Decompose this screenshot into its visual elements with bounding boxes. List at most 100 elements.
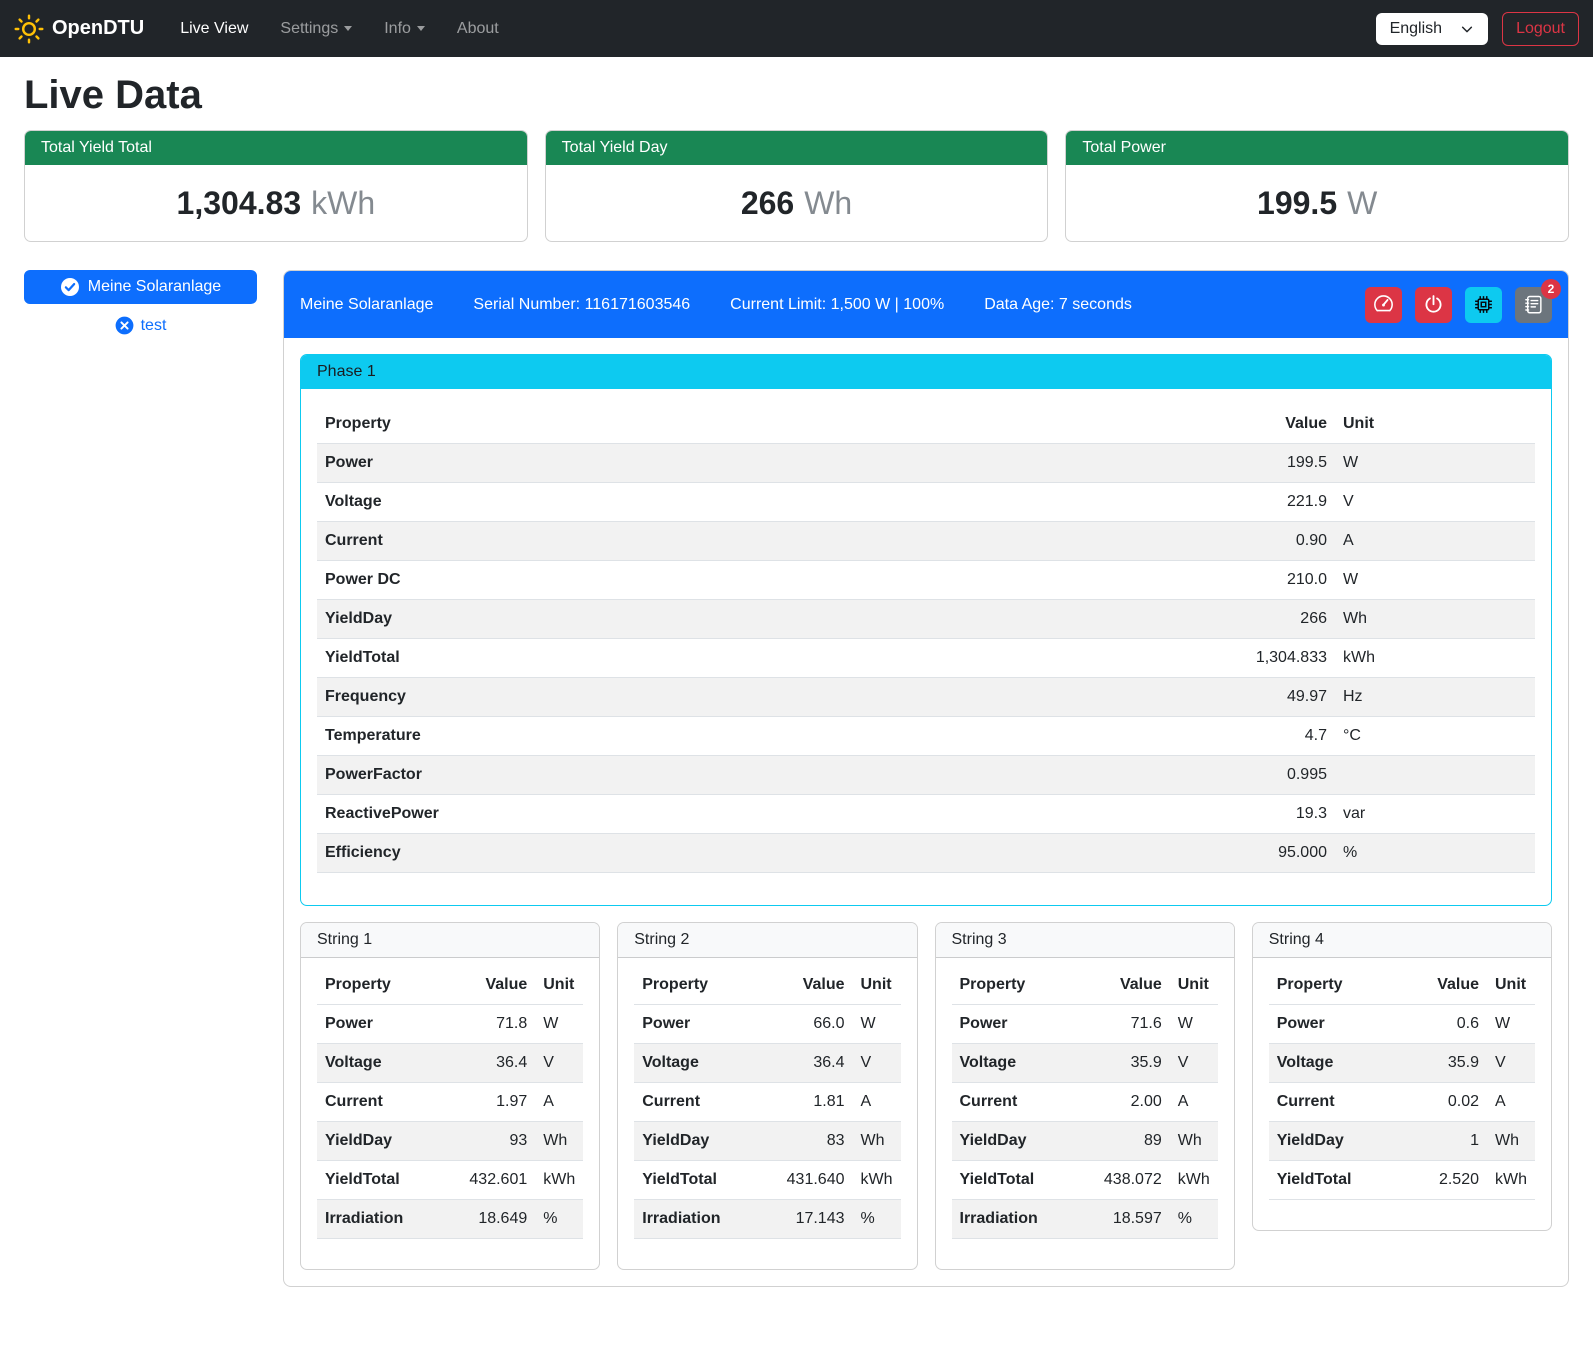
unit-cell: Wh bbox=[1335, 600, 1535, 639]
property-cell: YieldTotal bbox=[634, 1161, 762, 1200]
unit-cell: A bbox=[1487, 1083, 1535, 1122]
value-cell: 35.9 bbox=[1080, 1044, 1170, 1083]
property-cell: Power bbox=[317, 1005, 445, 1044]
unit-cell: % bbox=[1170, 1200, 1218, 1239]
string-title: String 3 bbox=[936, 923, 1234, 958]
property-cell: YieldDay bbox=[317, 1122, 445, 1161]
property-cell: ReactivePower bbox=[317, 795, 1215, 834]
property-cell: Power bbox=[634, 1005, 762, 1044]
card-value: 1,304.83 bbox=[177, 185, 302, 222]
string-table: Property Value Unit Power0.6W Voltage35.… bbox=[1269, 966, 1535, 1200]
property-cell: YieldTotal bbox=[317, 1161, 445, 1200]
table-row: Voltage35.9V bbox=[952, 1044, 1218, 1083]
value-cell: 1.81 bbox=[763, 1083, 853, 1122]
table-row: Voltage221.9V bbox=[317, 483, 1535, 522]
device-info-button[interactable] bbox=[1465, 287, 1502, 323]
unit-cell: Wh bbox=[1487, 1122, 1535, 1161]
value-cell: 71.8 bbox=[445, 1005, 535, 1044]
property-cell: Irradiation bbox=[634, 1200, 762, 1239]
nav-label: Settings bbox=[280, 20, 338, 38]
inverter-item-label: test bbox=[141, 317, 167, 335]
string-card-2: String 2 Property Value Unit bbox=[617, 922, 917, 1270]
property-cell: Irradiation bbox=[952, 1200, 1080, 1239]
nav-item-about[interactable]: About bbox=[441, 12, 515, 46]
card-unit: kWh bbox=[311, 185, 375, 222]
unit-cell: W bbox=[1170, 1005, 1218, 1044]
property-cell: Voltage bbox=[317, 483, 1215, 522]
table-header-row: Property Value Unit bbox=[952, 966, 1218, 1005]
table-row: YieldDay89Wh bbox=[952, 1122, 1218, 1161]
chevron-down-icon bbox=[1460, 22, 1474, 36]
unit-cell: °C bbox=[1335, 717, 1535, 756]
inverter-item-test[interactable]: test bbox=[24, 316, 257, 335]
inverter-limit: Current Limit: 1,500 W | 100% bbox=[730, 296, 944, 314]
value-cell: 1.97 bbox=[445, 1083, 535, 1122]
caret-down-icon bbox=[344, 26, 352, 31]
value-cell: 17.143 bbox=[763, 1200, 853, 1239]
table-header-row: Property Value Unit bbox=[1269, 966, 1535, 1005]
value-cell: 83 bbox=[763, 1122, 853, 1161]
card-value: 266 bbox=[741, 185, 794, 222]
value-cell: 19.3 bbox=[1215, 795, 1335, 834]
property-cell: Current bbox=[1269, 1083, 1397, 1122]
phase-card: Phase 1 Property Value Unit bbox=[300, 354, 1552, 906]
main-content: Live Data Total Yield Total 1,304.83 kWh… bbox=[0, 73, 1593, 1303]
col-property: Property bbox=[1269, 966, 1397, 1005]
table-header-row: Property Value Unit bbox=[317, 966, 583, 1005]
power-toggle-button[interactable] bbox=[1415, 287, 1452, 323]
logout-button[interactable]: Logout bbox=[1502, 12, 1579, 46]
property-cell: Current bbox=[317, 522, 1215, 561]
nav-label: Live View bbox=[180, 20, 248, 38]
limit-settings-button[interactable] bbox=[1365, 287, 1402, 323]
nav-right: English Logout bbox=[1376, 12, 1579, 46]
x-circle-icon bbox=[115, 316, 134, 335]
language-select[interactable]: English bbox=[1376, 13, 1488, 45]
string-title: String 4 bbox=[1253, 923, 1551, 958]
value-cell: 89 bbox=[1080, 1122, 1170, 1161]
table-row: Power71.6W bbox=[952, 1005, 1218, 1044]
table-row: Irradiation18.597% bbox=[952, 1200, 1218, 1239]
nav-item-info[interactable]: Info bbox=[368, 12, 441, 46]
table-row: YieldTotal2.520kWh bbox=[1269, 1161, 1535, 1200]
col-value: Value bbox=[763, 966, 853, 1005]
value-cell: 0.995 bbox=[1215, 756, 1335, 795]
page-title: Live Data bbox=[24, 73, 1569, 118]
unit-cell: W bbox=[1335, 561, 1535, 600]
table-row: Power0.6W bbox=[1269, 1005, 1535, 1044]
inverter-item-selected[interactable]: Meine Solaranlage bbox=[24, 270, 257, 304]
sun-icon bbox=[14, 14, 44, 44]
value-cell: 66.0 bbox=[763, 1005, 853, 1044]
unit-cell: A bbox=[853, 1083, 901, 1122]
property-cell: YieldDay bbox=[634, 1122, 762, 1161]
table-row: Power DC210.0W bbox=[317, 561, 1535, 600]
card-unit: W bbox=[1347, 185, 1377, 222]
speedometer-icon bbox=[1373, 294, 1394, 315]
language-value: English bbox=[1390, 20, 1442, 38]
brand[interactable]: OpenDTU bbox=[14, 14, 144, 44]
value-cell: 49.97 bbox=[1215, 678, 1335, 717]
value-cell: 18.597 bbox=[1080, 1200, 1170, 1239]
inverter-panel: Meine Solaranlage Serial Number: 1161716… bbox=[283, 270, 1569, 1287]
value-cell: 36.4 bbox=[763, 1044, 853, 1083]
property-cell: Irradiation bbox=[317, 1200, 445, 1239]
property-cell: Power bbox=[317, 444, 1215, 483]
nav-label: Info bbox=[384, 20, 411, 38]
value-cell: 35.9 bbox=[1397, 1044, 1487, 1083]
card-unit: Wh bbox=[804, 185, 852, 222]
string-card-3: String 3 Property Value Unit bbox=[935, 922, 1235, 1270]
table-row: Irradiation17.143% bbox=[634, 1200, 900, 1239]
col-unit: Unit bbox=[535, 966, 583, 1005]
nav-item-live-view[interactable]: Live View bbox=[164, 12, 264, 46]
value-cell: 432.601 bbox=[445, 1161, 535, 1200]
string-table: Property Value Unit Power71.8W Voltage36… bbox=[317, 966, 583, 1239]
unit-cell: V bbox=[1335, 483, 1535, 522]
unit-cell: A bbox=[1170, 1083, 1218, 1122]
nav-item-settings[interactable]: Settings bbox=[264, 12, 368, 46]
event-log-button[interactable]: 2 bbox=[1515, 287, 1552, 323]
col-value: Value bbox=[1215, 405, 1335, 444]
property-cell: Efficiency bbox=[317, 834, 1215, 873]
unit-cell: Hz bbox=[1335, 678, 1535, 717]
value-cell: 93 bbox=[445, 1122, 535, 1161]
card-title: Total Yield Total bbox=[25, 131, 527, 165]
property-cell: YieldDay bbox=[952, 1122, 1080, 1161]
